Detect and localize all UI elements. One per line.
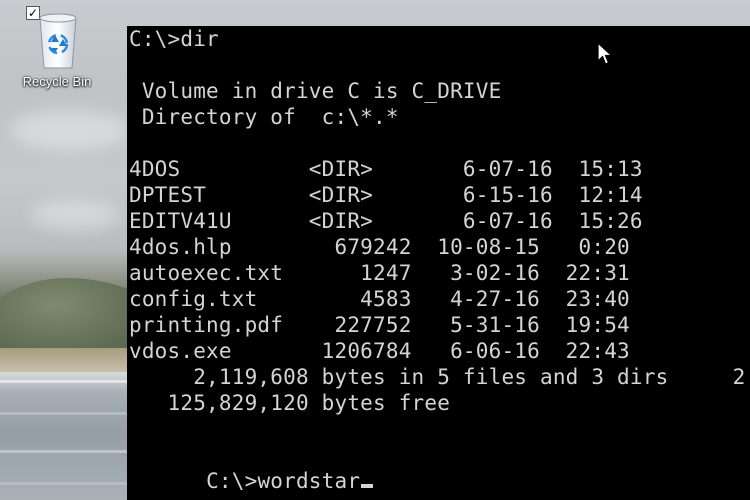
console-line-entry: autoexec.txt 1247 3-02-16 22:31 [129,261,630,285]
console-window[interactable]: C:\>dir Volume in drive C is C_DRIVE Dir… [127,26,750,500]
recycle-bin-shortcut[interactable]: ✓ Recycle Bin [14,4,100,94]
console-line-summary: 2,119,608 bytes in 5 files and 3 dirs 2 [129,365,746,389]
recycle-bin-icon [39,13,77,69]
beach [0,348,130,374]
text-cursor [361,484,374,488]
console-line-entry: DPTEST <DIR> 6-15-16 12:14 [129,183,643,207]
console-line-entry: printing.pdf 227752 5-31-16 19:54 [129,313,630,337]
console-line-output: Directory of c:\*.* [129,105,399,129]
mouse-pointer-icon [597,42,613,65]
console-line-entry: config.txt 4583 4-27-16 23:40 [129,287,630,311]
wave [0,380,130,383]
console-line-output: Volume in drive C is C_DRIVE [129,79,502,103]
cloud [10,110,130,150]
console-line-command: C:\>dir [129,27,219,51]
command-input[interactable]: wordstar [257,469,360,493]
desktop: ✓ Recycle Bin C:\>dir Volume in drive C … [0,0,750,500]
wave [0,482,130,485]
recycle-bin-label: Recycle Bin [22,74,92,89]
console-line-entry: 4DOS <DIR> 6-07-16 15:13 [129,157,643,181]
wave [0,450,130,453]
console-line-entry: EDITV41U <DIR> 6-07-16 15:26 [129,209,643,233]
sea [0,372,130,500]
cloud [30,200,120,230]
prompt-line[interactable]: C:\>wordstar [129,442,374,493]
wave [0,412,130,415]
console-line-entry: 4dos.hlp 679242 10-08-15 0:20 [129,235,630,259]
console-line-entry: vdos.exe 1206784 6-06-16 22:43 [129,339,630,363]
console-line-summary: 125,829,120 bytes free [129,391,451,415]
prompt: C:\> [206,469,258,493]
